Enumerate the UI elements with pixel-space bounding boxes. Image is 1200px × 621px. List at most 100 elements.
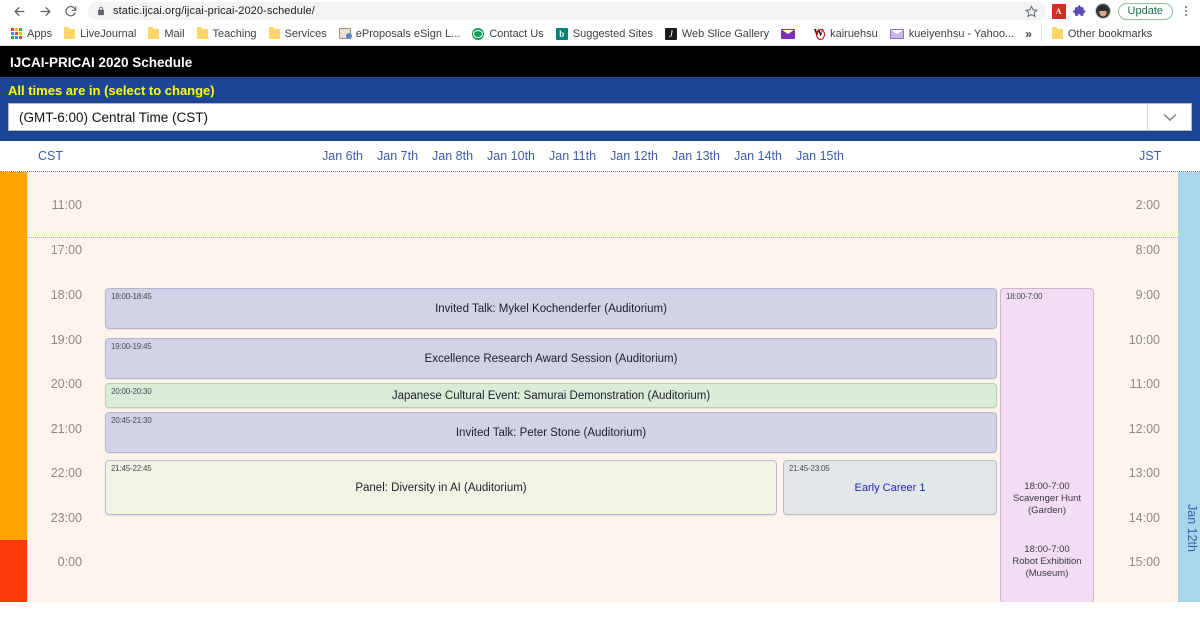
hour-label-left: 23:00 (50, 511, 82, 525)
page-title: IJCAI-PRICAI 2020 Schedule (0, 46, 1200, 77)
bookmark-apps[interactable]: Apps (5, 24, 58, 44)
bookmarks-bar: Apps LiveJournal Mail Teaching Services … (0, 22, 1200, 46)
url-text: static.ijcai.org/ijcai-pricai-2020-sched… (113, 5, 315, 17)
event-block[interactable]: 20:45-21:30 Invited Talk: Peter Stone (A… (105, 412, 997, 453)
day-tab-jan-10th[interactable]: Jan 10th (480, 149, 542, 163)
webslice-icon: J (664, 27, 677, 40)
day-tab-jan-11th[interactable]: Jan 11th (542, 149, 603, 163)
right-timezone-label: JST (1139, 149, 1162, 163)
bookmark-purple-mail[interactable] (775, 24, 806, 44)
word-icon: W (813, 28, 826, 40)
event-block[interactable]: 21:45-23:05 Early Career 1 (783, 460, 997, 515)
event-title: Panel: Diversity in AI (Auditorium) (355, 481, 527, 494)
event-block[interactable]: 21:45-22:45 Panel: Diversity in AI (Audi… (105, 460, 777, 515)
bookmark-label: Web Slice Gallery (681, 27, 770, 40)
reload-icon[interactable] (58, 1, 84, 21)
bookmark-kueiyenhsu-yahoo[interactable]: kueiyenhsu - Yahoo... (884, 24, 1020, 44)
hour-label-left: 22:00 (50, 466, 82, 480)
hour-label-left: 19:00 (50, 333, 82, 347)
event-title-link[interactable]: Early Career 1 (784, 482, 996, 494)
allday-item[interactable]: 18:00-7:00 Scavenger Hunt (Garden) (1001, 481, 1093, 517)
bing-icon: b (555, 27, 568, 40)
allday-item-title: Scavenger Hunt (1012, 493, 1082, 504)
forward-arrow-icon[interactable] (32, 1, 58, 21)
hour-label-left: 18:00 (50, 288, 82, 302)
hour-label-left: 11:00 (51, 198, 82, 212)
event-time: 20:45-21:30 (111, 416, 152, 425)
apps-grid-icon (11, 28, 22, 39)
back-arrow-icon[interactable] (6, 1, 32, 21)
chevron-down-icon[interactable] (1147, 104, 1191, 130)
bookmark-label: Other bookmarks (1067, 27, 1153, 40)
hour-label-right: 12:00 (1128, 422, 1160, 436)
bookmark-teaching[interactable]: Teaching (191, 24, 263, 44)
allday-item-venue: (Museum) (1025, 568, 1069, 579)
bookmark-label: kairuehsu (830, 27, 878, 40)
hour-label-left: 0:00 (57, 555, 82, 569)
event-time: 21:45-22:45 (111, 464, 152, 473)
bookmark-label: Services (284, 27, 327, 40)
hour-divider (27, 237, 1178, 238)
bookmark-other-bookmarks[interactable]: Other bookmarks (1046, 24, 1158, 44)
folder-icon (1051, 26, 1063, 39)
allday-item-time: 18:00-7:00 (1024, 481, 1070, 492)
day-tab-jan-14th[interactable]: Jan 14th (727, 149, 789, 163)
extensions-puzzle-icon[interactable] (1072, 4, 1088, 19)
divider (1040, 26, 1042, 41)
timezone-section: All times are in (select to change) (GMT… (0, 77, 1200, 141)
eproposals-icon (338, 28, 352, 39)
bookmark-web-slice-gallery[interactable]: J Web Slice Gallery (659, 24, 775, 44)
page-content: IJCAI-PRICAI 2020 Schedule All times are… (0, 46, 1200, 621)
event-block[interactable]: 18:00-18:45 Invited Talk: Mykel Kochende… (105, 288, 997, 329)
folder-icon (148, 26, 160, 39)
allday-item[interactable]: 18:00-7:00 Robot Exhibition (Museum) (1001, 544, 1093, 580)
day-tab-jan-6th[interactable]: Jan 6th (315, 149, 370, 163)
hour-label-right: 15:00 (1128, 555, 1160, 569)
hour-label-right: 8:00 (1135, 243, 1160, 257)
day-tab-jan-13th[interactable]: Jan 13th (665, 149, 727, 163)
hour-label-right: 9:00 (1135, 288, 1160, 302)
bookmark-services[interactable]: Services (263, 24, 333, 44)
hour-label-left: 20:00 (50, 377, 82, 391)
hour-label-left: 21:00 (50, 422, 82, 436)
timezone-select[interactable]: (GMT-6:00) Central Time (CST) (8, 103, 1192, 131)
bookmark-livejournal[interactable]: LiveJournal (58, 24, 142, 44)
timezone-selected-value: (GMT-6:00) Central Time (CST) (19, 109, 209, 125)
bookmark-mail[interactable]: Mail (142, 24, 190, 44)
allday-item-time: 18:00-7:00 (1024, 544, 1070, 555)
hour-label-right: 10:00 (1128, 333, 1160, 347)
hour-label-right: 2:00 (1135, 198, 1160, 212)
bookmark-label: Contact Us (489, 27, 544, 40)
event-block[interactable]: 20:00-20:30 Japanese Cultural Event: Sam… (105, 383, 997, 408)
profile-avatar[interactable] (1094, 3, 1111, 19)
bookmark-label: LiveJournal (80, 27, 137, 40)
day-tab-jan-8th[interactable]: Jan 8th (425, 149, 480, 163)
hour-label-left: 17:00 (50, 243, 82, 257)
allday-event-block[interactable]: 18:00-7:00 18:00-7:00 Scavenger Hunt (Ga… (1000, 288, 1094, 602)
bookmark-kairuehsu[interactable]: W kairuehsu (806, 24, 884, 44)
globe-icon (472, 27, 485, 40)
day-tab-jan-7th[interactable]: Jan 7th (370, 149, 425, 163)
day-tab-jan-12th[interactable]: Jan 12th (603, 149, 665, 163)
bookmark-eproposals[interactable]: eProposals eSign L... (333, 24, 467, 44)
bookmarks-overflow-button[interactable]: » (1020, 27, 1037, 41)
bookmark-suggested-sites[interactable]: b Suggested Sites (550, 24, 659, 44)
folder-icon (268, 26, 280, 39)
bookmark-contact-us[interactable]: Contact Us (466, 24, 549, 44)
mail-icon (889, 28, 904, 39)
day-tab-jan-15th[interactable]: Jan 15th (789, 149, 851, 163)
address-bar[interactable]: static.ijcai.org/ijcai-pricai-2020-sched… (88, 2, 1046, 20)
left-day-band-next (0, 540, 27, 602)
timezone-label: All times are in (select to change) (8, 83, 215, 98)
update-button[interactable]: Update (1117, 2, 1173, 20)
event-block[interactable]: 19:00-19:45 Excellence Research Award Se… (105, 338, 997, 379)
event-title: Invited Talk: Mykel Kochenderfer (Audito… (435, 302, 667, 315)
bookmark-star-icon[interactable] (1024, 4, 1038, 18)
bookmark-label: kueiyenhsu - Yahoo... (908, 27, 1015, 40)
pdf-extension-icon[interactable]: A (1051, 3, 1066, 19)
browser-actions: A Update (1051, 2, 1194, 20)
bookmark-label: Teaching (212, 27, 257, 40)
chrome-menu-icon[interactable] (1180, 6, 1192, 16)
right-day-band-label: Jan 12th (1185, 504, 1199, 552)
hour-label-right: 11:00 (1129, 377, 1160, 391)
